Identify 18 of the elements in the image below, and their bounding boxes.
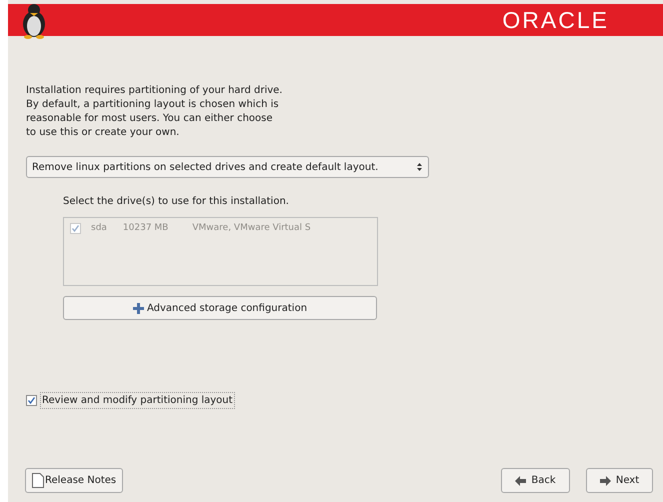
updown-icon — [416, 162, 423, 172]
drive-label: Select the drive(s) to use for this installation. — [63, 195, 290, 209]
plus-icon — [132, 302, 144, 314]
drive-size: 10237 MB — [122, 222, 168, 235]
drive-name: sda — [91, 222, 107, 235]
left-arrow-icon — [515, 476, 526, 486]
right-arrow-icon — [600, 476, 611, 486]
review-label[interactable]: Review and modify partitioning layout — [40, 392, 235, 409]
advanced-storage-button[interactable]: Advanced storage configuration — [63, 296, 377, 320]
oracle-logo: ORACLE — [502, 6, 609, 35]
back-button[interactable]: Back — [501, 468, 570, 493]
checkbox[interactable] — [26, 395, 37, 406]
layout-dropdown[interactable]: Remove linux partitions on selected drives and create default layout. — [26, 156, 429, 178]
release-notes-button[interactable]: Release Notes — [25, 468, 124, 493]
document-icon — [32, 473, 44, 488]
drive-model: VMware, VMware Virtual S — [192, 222, 311, 235]
intro-text: Installation requires partitioning of your hard drive. By default, a partitioning layout is chosen which is reasonable for most users. You can either choose to use this or create your own. — [26, 84, 284, 140]
next-button[interactable]: Next — [586, 468, 653, 493]
